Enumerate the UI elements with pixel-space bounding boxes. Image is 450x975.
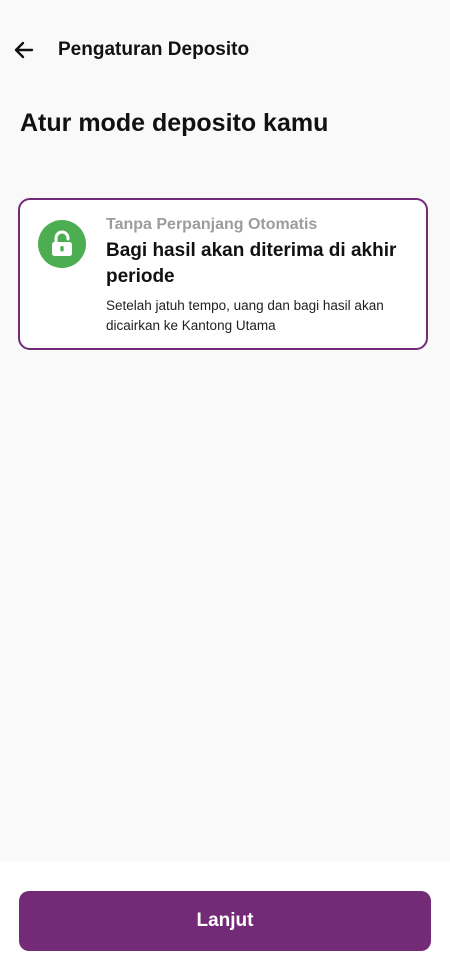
- back-button[interactable]: [8, 34, 40, 66]
- option-text-group: Tanpa Perpanjang Otomatis Bagi hasil aka…: [106, 214, 406, 336]
- option-title: Bagi hasil akan diterima di akhir period…: [106, 240, 397, 287]
- unlocked-padlock-icon: [52, 230, 72, 256]
- lock-badge: [38, 220, 86, 268]
- continue-button[interactable]: Lanjut: [19, 891, 431, 951]
- option-overline: Tanpa Perpanjang Otomatis: [106, 216, 318, 233]
- arrow-left-icon: [14, 41, 34, 59]
- app-bar: Pengaturan Deposito: [0, 0, 450, 100]
- section-heading: Atur mode deposito kamu: [20, 109, 329, 137]
- page-title: Pengaturan Deposito: [58, 39, 250, 60]
- option-description: Setelah jatuh tempo, uang dan bagi hasil…: [106, 298, 384, 333]
- bottom-action-bar: Lanjut: [0, 862, 450, 975]
- deposit-mode-option-card[interactable]: Tanpa Perpanjang Otomatis Bagi hasil aka…: [18, 198, 428, 350]
